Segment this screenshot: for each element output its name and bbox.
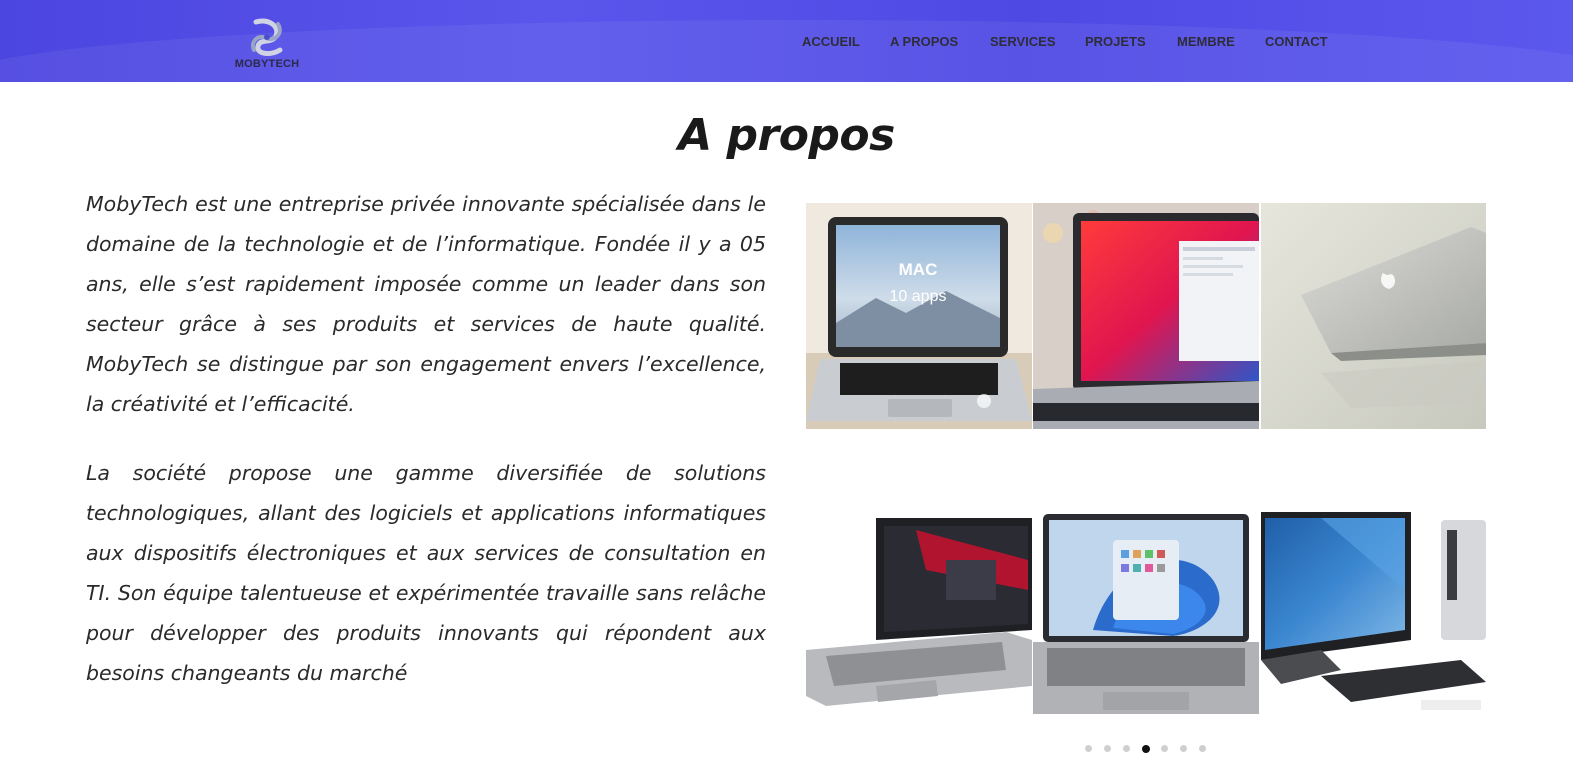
macbook-pro-red-wallpaper-photo-icon: [1033, 203, 1259, 429]
gallery-image-windows-laptop[interactable]: [1033, 500, 1259, 726]
carousel-dot-4[interactable]: [1142, 744, 1150, 753]
nav-item-membre[interactable]: MEMBRE: [1177, 34, 1235, 49]
gallery-image-all-in-one[interactable]: [1261, 500, 1486, 726]
gallery-image-macbook-air[interactable]: [1261, 203, 1486, 429]
nav-item-contact[interactable]: CONTACT: [1265, 34, 1328, 49]
brand-name: MOBYTECH: [234, 58, 300, 70]
about-paragraph-2: La société propose une gamme diversifiée…: [86, 461, 766, 685]
carousel-dots: [1085, 744, 1215, 755]
lenovo-thinkpad-photo-icon: [806, 500, 1032, 726]
site-header: MOBYTECH ACCUEIL A PROPOS SERVICES PROJE…: [0, 0, 1573, 82]
gallery-image-macbook[interactable]: MAC 10 apps: [806, 203, 1032, 429]
gallery-image-macbook-pro[interactable]: [1033, 203, 1259, 429]
carousel-dot-1[interactable]: [1085, 745, 1092, 752]
nav-item-a-propos[interactable]: A PROPOS: [890, 34, 958, 49]
brand-logo-icon: [251, 18, 283, 56]
carousel-dot-7[interactable]: [1199, 745, 1206, 752]
carousel-dot-6[interactable]: [1180, 745, 1187, 752]
gallery-image-thinkpad[interactable]: [806, 500, 1032, 726]
macbook-photo-icon: MAC 10 apps: [806, 203, 1032, 429]
nav-item-services[interactable]: SERVICES: [990, 34, 1056, 49]
windows-11-laptop-photo-icon: [1033, 500, 1259, 726]
nav-item-projets[interactable]: PROJETS: [1085, 34, 1146, 49]
svg-text:MAC: MAC: [899, 260, 938, 279]
svg-text:10 apps: 10 apps: [890, 288, 947, 305]
carousel-dot-3[interactable]: [1123, 745, 1130, 752]
carousel-dot-2[interactable]: [1104, 745, 1111, 752]
about-paragraph-1: MobyTech est une entreprise privée innov…: [86, 192, 766, 416]
macbook-air-lid-photo-icon: [1261, 203, 1486, 429]
all-in-one-desktop-photo-icon: [1261, 500, 1486, 726]
page-title: A propos: [678, 110, 895, 161]
brand-logo[interactable]: MOBYTECH: [230, 16, 304, 74]
carousel-dot-5[interactable]: [1161, 745, 1168, 752]
nav-item-accueil[interactable]: ACCUEIL: [802, 34, 860, 49]
